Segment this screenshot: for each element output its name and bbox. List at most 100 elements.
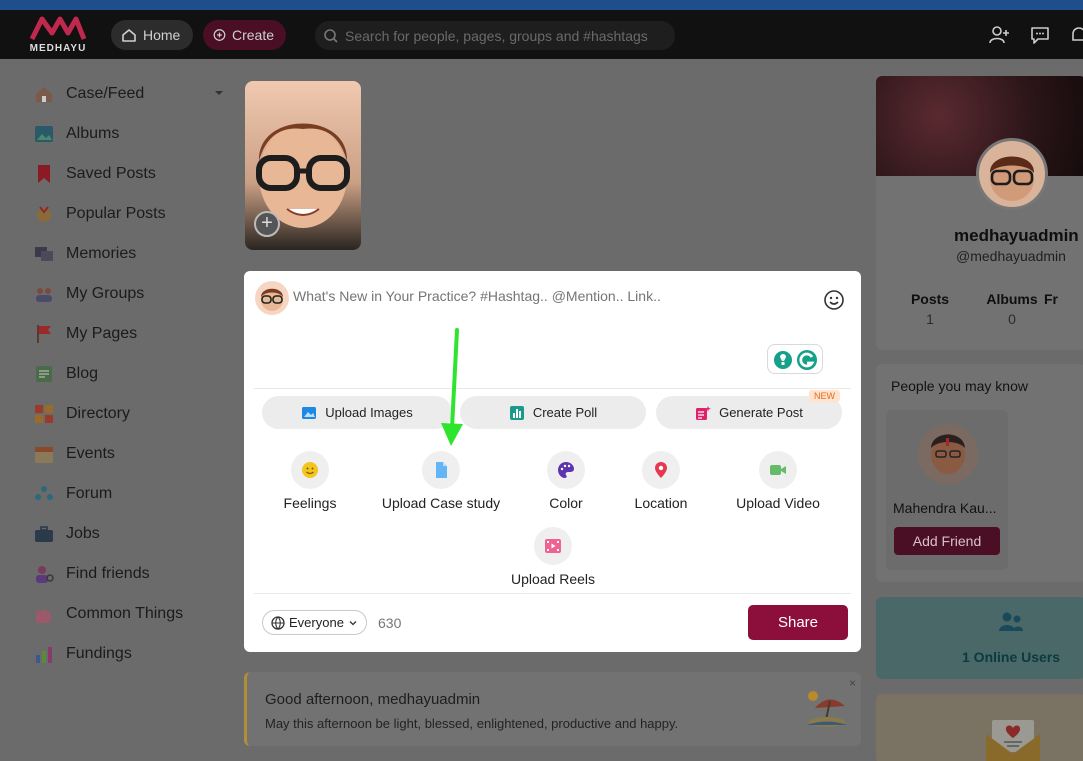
find-friends-icon	[36, 566, 54, 583]
location-circle	[642, 451, 680, 489]
sidebar-item-forum[interactable]: Forum	[28, 474, 228, 514]
stat-posts[interactable]: Posts 1	[890, 291, 970, 327]
sidebar-item-label: My Pages	[66, 325, 138, 342]
sidebar-item-label: Fundings	[66, 645, 132, 662]
avatar	[255, 281, 289, 315]
directory-icon	[35, 405, 53, 423]
search-input[interactable]	[345, 27, 665, 44]
sidebar-item-find-friends[interactable]: Find friends	[28, 554, 228, 594]
stat-label: Albums	[986, 291, 1038, 307]
create-poll-button[interactable]: Create Poll	[460, 396, 646, 429]
avatar[interactable]	[918, 424, 978, 484]
location-label: Location	[634, 495, 688, 511]
search-icon	[324, 28, 338, 43]
online-users-count: 1 Online Users	[962, 649, 1061, 665]
sidebar-item-case-feed[interactable]: Case/Feed	[28, 74, 228, 114]
create-button[interactable]: Create	[203, 20, 286, 50]
beach-umbrella-icon	[807, 691, 847, 727]
feelings-label: Feelings	[283, 495, 337, 511]
new-badge: NEW	[809, 390, 840, 402]
home-icon	[36, 87, 52, 102]
smiley-icon	[302, 462, 318, 478]
home-label: Home	[143, 27, 181, 43]
popular-icon	[37, 206, 51, 222]
sidebar-item-directory[interactable]: Directory	[28, 394, 228, 434]
home-button[interactable]: Home	[111, 20, 193, 50]
sidebar-item-albums[interactable]: Albums	[28, 114, 228, 154]
post-text-input[interactable]	[293, 288, 793, 304]
profile-card: medhayuadmin @medhayuadmin Posts 1 Album…	[876, 76, 1083, 350]
suggested-person-name[interactable]: Mahendra Kau...	[893, 500, 997, 516]
create-label: Create	[231, 27, 274, 43]
people-you-may-know-card: People you may know Mahendra Kau... Add …	[876, 364, 1083, 582]
sidebar-item-label: Jobs	[66, 525, 100, 542]
messages-icon[interactable]	[1029, 24, 1051, 46]
sidebar-item-label: Albums	[66, 125, 120, 142]
upload-images-button[interactable]: Upload Images	[262, 396, 452, 429]
add-friend-button[interactable]: Add Friend	[894, 527, 1000, 555]
generate-post-button[interactable]: Generate Post NEW	[656, 390, 842, 429]
sidebar-item-label: Blog	[66, 365, 99, 382]
feelings-circle	[291, 451, 329, 489]
character-count: 630	[378, 615, 402, 631]
upload-video-option[interactable]: Upload Video	[713, 451, 843, 511]
grammarly-widget[interactable]	[767, 344, 823, 374]
online-users-card[interactable]: 1 Online Users	[876, 597, 1083, 679]
close-icon[interactable]: ×	[849, 676, 856, 690]
stat-albums[interactable]: Albums 0	[972, 291, 1052, 327]
stat-label: Fr	[1044, 291, 1058, 307]
suggested-person-card: Mahendra Kau... Add Friend	[886, 410, 1008, 570]
globe-icon	[271, 615, 285, 630]
privacy-select[interactable]: Everyone	[262, 610, 367, 635]
feelings-option[interactable]: Feelings	[245, 451, 375, 511]
caret-down-icon[interactable]	[214, 88, 224, 98]
smiley-icon[interactable]	[822, 288, 846, 312]
upload-case-study-option[interactable]: Upload Case study	[376, 451, 506, 511]
memoji-avatar-profile	[989, 156, 1035, 201]
greeting-card: Good afternoon, medhayuadmin May this af…	[244, 672, 861, 746]
person-photo	[918, 424, 978, 484]
stat-friends[interactable]: Fr	[1044, 291, 1083, 307]
sidebar-item-label: Memories	[66, 245, 137, 262]
avatar[interactable]	[976, 138, 1048, 210]
sidebar-item-my-pages[interactable]: My Pages	[28, 314, 228, 354]
share-button[interactable]: Share	[748, 605, 848, 640]
fundings-icon	[36, 647, 52, 663]
sidebar-item-label: Common Things	[66, 605, 184, 622]
story-card[interactable]: +	[245, 81, 361, 250]
add-story-button[interactable]: +	[254, 211, 280, 237]
sidebar-item-memories[interactable]: Memories	[28, 234, 228, 274]
upload-reels-option[interactable]: Upload Reels	[488, 527, 618, 587]
puzzle-icon	[36, 609, 52, 623]
generate-post-icon	[696, 405, 712, 420]
add-friend-icon[interactable]	[988, 24, 1010, 46]
plus-circle-icon	[213, 29, 226, 41]
location-option[interactable]: Location	[596, 451, 726, 511]
sidebar-item-my-groups[interactable]: My Groups	[28, 274, 228, 314]
profile-name: medhayuadmin	[954, 226, 1079, 245]
sidebar-item-popular-posts[interactable]: Popular Posts	[28, 194, 228, 234]
pymk-title: People you may know	[891, 378, 1028, 394]
color-circle	[547, 451, 585, 489]
create-poll-label: Create Poll	[532, 405, 598, 420]
sidebar-item-jobs[interactable]: Jobs	[28, 514, 228, 554]
sidebar-item-label: Events	[66, 445, 115, 462]
stat-value: 0	[1008, 311, 1016, 327]
sidebar-item-blog[interactable]: Blog	[28, 354, 228, 394]
sidebar-item-label: Popular Posts	[66, 205, 166, 222]
bell-icon[interactable]	[1068, 24, 1083, 46]
case-study-circle	[422, 451, 460, 489]
sidebar-item-fundings[interactable]: Fundings	[28, 634, 228, 674]
logo[interactable]: MEDHAYU	[28, 13, 88, 57]
envelope-heart-icon	[986, 720, 1040, 761]
logo-text: MEDHAYU	[29, 43, 87, 54]
search-bar	[315, 21, 675, 50]
upload-reels-label: Upload Reels	[510, 571, 596, 587]
logo-icon	[30, 16, 86, 41]
sidebar-item-common-things[interactable]: Common Things	[28, 594, 228, 634]
sidebar-item-events[interactable]: Events	[28, 434, 228, 474]
annotation-arrow-icon	[441, 328, 463, 446]
reels-icon	[545, 539, 561, 553]
sidebar-item-saved-posts[interactable]: Saved Posts	[28, 154, 228, 194]
chevron-down-icon	[349, 620, 357, 625]
